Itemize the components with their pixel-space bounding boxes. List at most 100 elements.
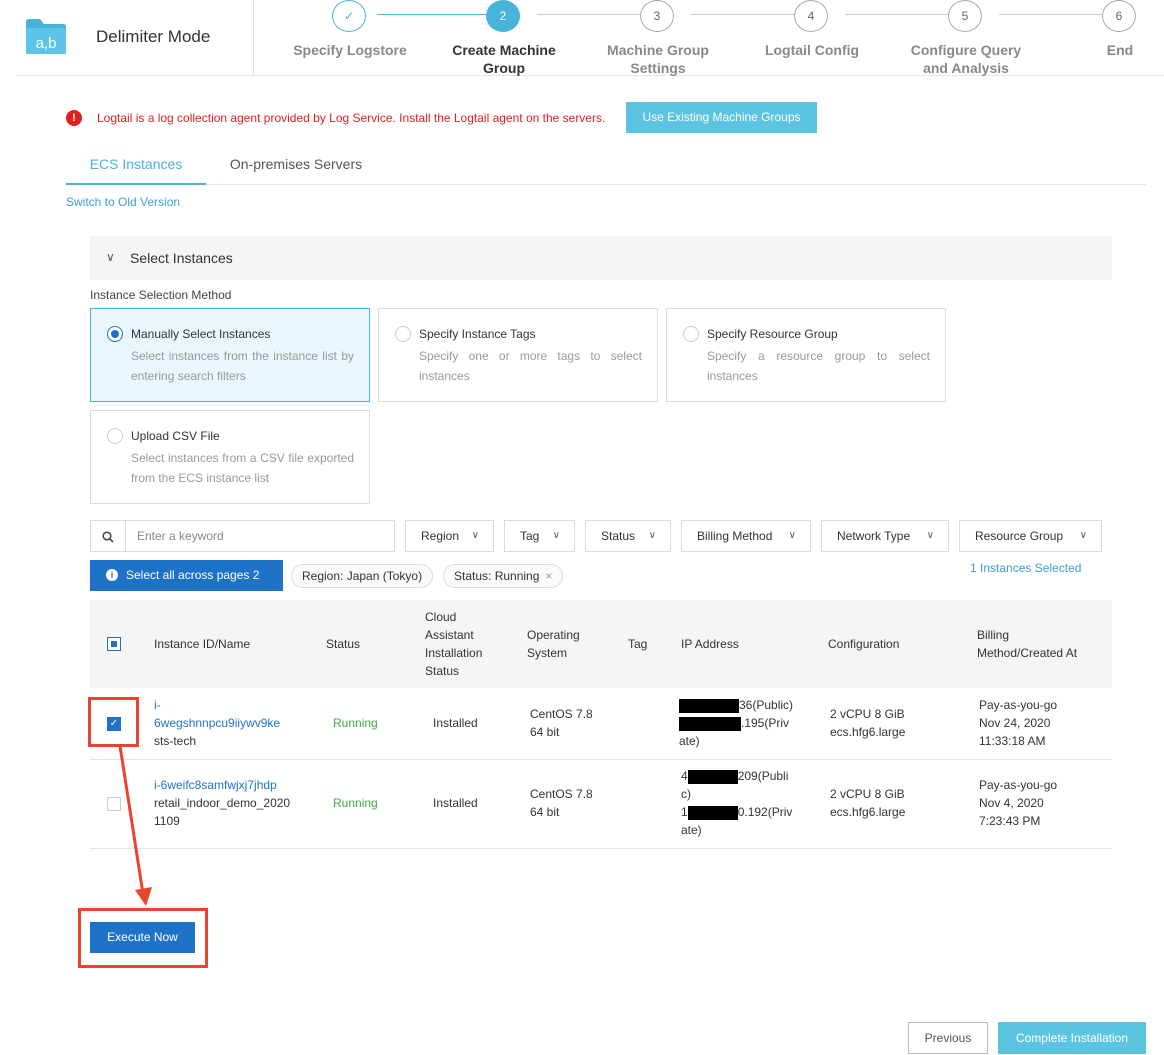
method-card-tags[interactable]: Specify Instance Tags Specify one or mor… (378, 308, 658, 402)
filter-chip-region: Region: Japan (Tokyo) (291, 564, 434, 588)
instances-selected-count[interactable]: 1 Instances Selected (970, 561, 1081, 575)
filter-label: Region (421, 529, 460, 543)
status-badge: Running (333, 796, 378, 810)
select-all-label: Select all across pages 2 (126, 568, 260, 582)
os-line: 64 bit (530, 805, 560, 819)
billing-line: 7:23:43 PM (979, 814, 1041, 828)
search-icon[interactable] (91, 521, 126, 551)
step-connector-1 (377, 14, 486, 15)
status-badge: Running (333, 716, 378, 730)
ip-address: 36(Public) .195(Priv ate) (679, 696, 793, 750)
chevron-down-icon: ∨ (1079, 530, 1087, 541)
operating-system: CentOS 7.8 64 bit (530, 705, 593, 741)
select-instances-panel-header[interactable]: ∨ Select Instances (90, 236, 1112, 280)
cloud-assistant-status: Installed (433, 716, 478, 730)
ip-text: ate) (679, 734, 700, 748)
step-connector-5 (999, 14, 1102, 15)
table-header: Instance ID/Name Status Cloud Assistant … (90, 600, 1112, 688)
instance-id-link[interactable]: i- 6wegshnnpcu9iiywv9ke (154, 696, 280, 732)
table-row: ✓ i- 6wegshnnpcu9iiywv9ke sts-tech Runni… (90, 688, 1112, 760)
column-header-ip: IP Address (681, 637, 739, 651)
redacted-ip (687, 805, 738, 820)
method-card-resource-group[interactable]: Specify Resource Group Specify a resourc… (666, 308, 946, 402)
select-all-across-pages-button[interactable]: i Select all across pages 2 (90, 560, 283, 591)
configuration: 2 vCPU 8 GiB ecs.hfg6.large (830, 705, 905, 741)
column-header-tag: Tag (628, 637, 648, 651)
filter-tag[interactable]: Tag ∨ (504, 520, 575, 552)
complete-installation-button[interactable]: Complete Installation (998, 1022, 1146, 1054)
instance-id-line: 6wegshnnpcu9iiywv9ke (154, 716, 281, 730)
chevron-down-icon: ∨ (552, 530, 560, 541)
configuration: 2 vCPU 8 GiB ecs.hfg6.large (830, 785, 905, 821)
step-label: Create Machine Group (452, 42, 556, 76)
step-number: 4 (794, 0, 828, 32)
method-card-manual[interactable]: Manually Select Instances Select instanc… (90, 308, 370, 402)
previous-button[interactable]: Previous (908, 1022, 988, 1054)
radio-resource-group[interactable] (683, 326, 699, 342)
filter-resource-group[interactable]: Resource Group ∨ (959, 520, 1102, 552)
instance-id-link[interactable]: i-6weifc8samfwjxj7jhdp (154, 776, 277, 794)
chevron-down-icon: ∨ (648, 530, 656, 541)
method-description: Specify one or more tags to select insta… (419, 349, 642, 383)
page-title: Delimiter Mode (96, 27, 211, 46)
ip-text: c) (681, 787, 691, 801)
filter-billing-method[interactable]: Billing Method ∨ (681, 520, 811, 552)
step-number: 6 (1102, 0, 1136, 32)
name-line: 1109 (154, 814, 180, 828)
os-line: CentOS 7.8 (530, 707, 593, 721)
ip-text: .195(Priv (741, 716, 790, 730)
filter-label: Status (601, 529, 636, 543)
chip-label: Region: Japan (Tokyo) (302, 569, 423, 583)
method-card-csv[interactable]: Upload CSV File Select instances from a … (90, 410, 370, 504)
ip-text: 1 (681, 805, 688, 819)
billing-line: Pay-as-you-go (979, 698, 1058, 712)
tab-on-premises-servers[interactable]: On-premises Servers (216, 150, 376, 185)
config-line: ecs.hfg6.large (830, 725, 906, 739)
column-header-configuration: Configuration (828, 637, 900, 651)
select-all-checkbox[interactable] (107, 637, 121, 651)
switch-to-old-version-link[interactable]: Switch to Old Version (66, 195, 180, 209)
filter-label: Tag (520, 529, 540, 543)
column-header-status: Status (326, 637, 361, 651)
filter-label: Billing Method (697, 529, 773, 543)
step-label: Logtail Config (764, 42, 860, 58)
search-input[interactable] (127, 521, 393, 551)
redacted-ip (687, 769, 738, 784)
billing-line: Nov 24, 2020 (979, 716, 1051, 730)
radio-tags[interactable] (395, 326, 411, 342)
method-description: Select instances from a CSV file exporte… (131, 451, 354, 485)
filter-region[interactable]: Region ∨ (405, 520, 494, 552)
step-done-check-icon: ✓ (332, 0, 366, 32)
radio-manual[interactable] (107, 326, 123, 342)
cloud-assistant-status: Installed (433, 796, 478, 810)
filter-chip-status: Status: Running × (443, 564, 564, 588)
ip-text: 0.192(Priv (737, 805, 793, 819)
chevron-down-icon: ∨ (926, 530, 934, 541)
close-icon[interactable]: × (545, 569, 552, 583)
method-description: Select instances from the instance list … (131, 349, 354, 383)
delimiter-logo-icon: a,b (26, 19, 66, 54)
method-title: Upload CSV File (131, 429, 220, 443)
filter-status[interactable]: Status ∨ (585, 520, 671, 552)
use-existing-machine-groups-button[interactable]: Use Existing Machine Groups (626, 102, 817, 133)
annotation-arrow-icon (118, 745, 152, 906)
redacted-ip (679, 698, 739, 713)
panel-title: Select Instances (130, 250, 233, 266)
step-number: 2 (486, 0, 520, 32)
chip-label: Status: Running (454, 569, 540, 583)
table-row: i-6weifc8samfwjxj7jhdp retail_indoor_dem… (90, 760, 1112, 849)
step-number: 5 (948, 0, 982, 32)
method-title: Manually Select Instances (131, 327, 271, 341)
radio-csv[interactable] (107, 428, 123, 444)
tab-ecs-instances[interactable]: ECS Instances (66, 150, 206, 185)
filter-network-type[interactable]: Network Type ∨ (821, 520, 949, 552)
ip-text: 36(Public) (739, 698, 794, 712)
step-label: Specify Logstore (293, 42, 407, 58)
redacted-ip (679, 716, 741, 731)
filter-label: Resource Group (975, 529, 1064, 543)
instance-source-tabs: ECS Instances On-premises Servers (66, 150, 1146, 185)
ip-text: ate) (681, 823, 702, 837)
step-connector-3 (691, 14, 794, 15)
method-title: Specify Instance Tags (419, 327, 536, 341)
execute-now-button[interactable]: Execute Now (90, 922, 195, 953)
